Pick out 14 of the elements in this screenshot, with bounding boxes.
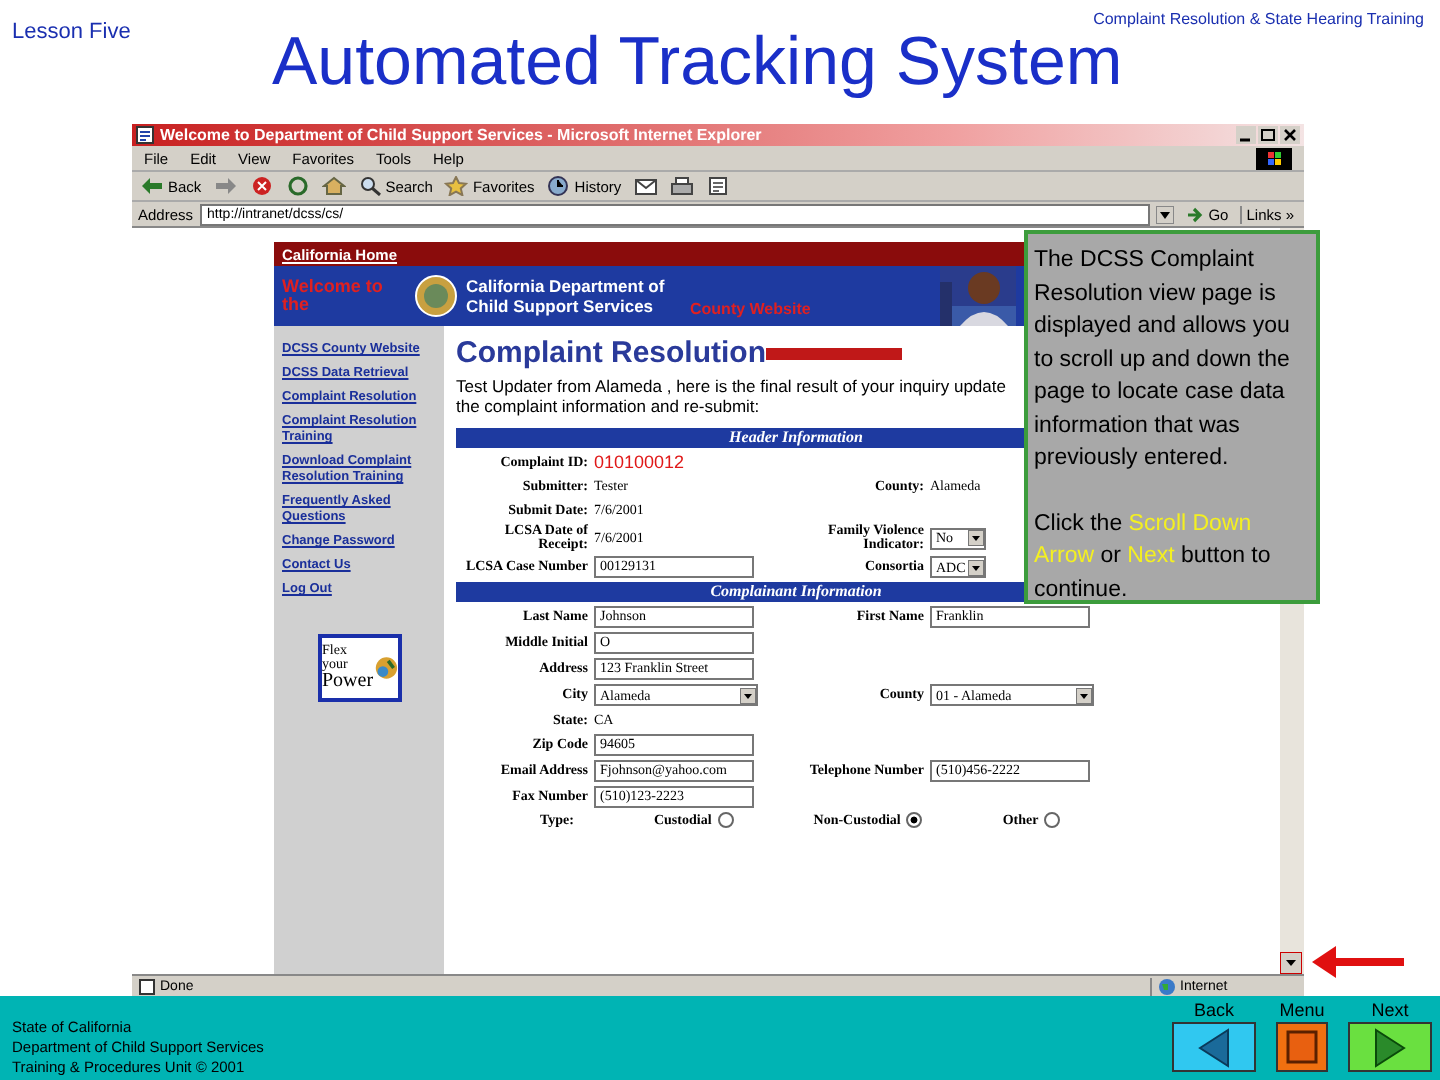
logo-text: Power [322,672,374,692]
page-heading: Complaint Resolution [456,336,766,370]
lesson-label: Lesson Five [12,20,133,44]
welcome-text: Welcome to the [282,278,385,314]
button-label: Next [1371,1000,1409,1022]
button-label: Menu [1279,1000,1325,1022]
window-title: Welcome to Department of Child Support Services - Microsoft Internet Explorer [160,126,762,144]
complaint-id: 010100012 [594,452,685,472]
department-name: California Department of Child Support Services [466,276,667,316]
intro-text: Test Updater from Alameda , here is the final result of your inquiry update the complaint information and re-submit: [456,376,1008,416]
button-label: Back [1193,1000,1234,1022]
course-title: Complaint Resolution & State Hearing Training [1093,10,1424,28]
county-website-text: County Website [690,300,811,318]
slide-title: Automated Tracking System [272,24,1123,100]
